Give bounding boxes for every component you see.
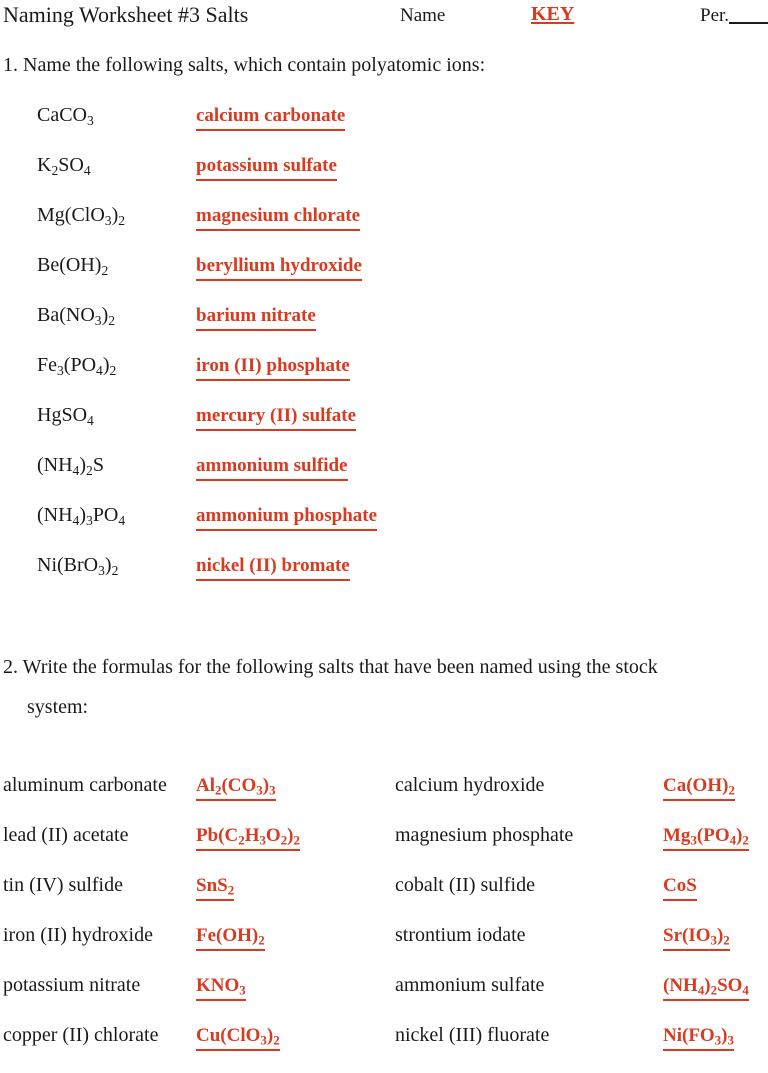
chemical-formula: CaCO3 [37, 104, 94, 128]
chemical-formula: Fe3(PO4)2 [37, 354, 117, 378]
question-2-list: aluminum carbonate Al2(CO3)3 calcium hyd… [0, 773, 768, 1073]
answer-formula-left: Al2(CO3)3 [196, 773, 276, 801]
compound-name-left: tin (IV) sulfide [3, 874, 123, 896]
worksheet-header: Naming Worksheet #3 Salts Name KEY Per. [0, 2, 768, 32]
table-row: lead (II) acetate Pb(C2H3O2)2 magnesium … [0, 823, 768, 873]
period-field: Per. [700, 4, 768, 28]
answer-formula-right: (NH4)2SO4 [663, 973, 749, 1001]
list-item: Mg(ClO3)2 magnesium chlorate [0, 203, 768, 253]
page-title: Naming Worksheet #3 Salts [3, 2, 249, 27]
answer-formula-left: Fe(OH)2 [196, 923, 265, 951]
question-1-prompt: 1. Name the following salts, which conta… [3, 54, 486, 76]
list-item: (NH4)2S ammonium sulfide [0, 453, 768, 503]
question-1-list: CaCO3 calcium carbonate K2SO4 potassium … [0, 103, 768, 603]
question-2-prompt: 2. Write the formulas for the following … [3, 655, 763, 719]
compound-name-left: aluminum carbonate [3, 774, 167, 796]
answer-formula-left: Pb(C2H3O2)2 [196, 823, 300, 851]
compound-name-left: lead (II) acetate [3, 824, 129, 846]
compound-name-right: magnesium phosphate [395, 824, 574, 846]
table-row: aluminum carbonate Al2(CO3)3 calcium hyd… [0, 773, 768, 823]
list-item: CaCO3 calcium carbonate [0, 103, 768, 153]
answer-text: mercury (II) sulfate [196, 403, 357, 431]
question-2-prompt-line-2: system: [27, 696, 89, 718]
list-item: Fe3(PO4)2 iron (II) phosphate [0, 353, 768, 403]
question-2-prompt-line-1: 2. Write the formulas for the following … [3, 656, 658, 678]
list-item: Ni(BrO3)2 nickel (II) bromate [0, 553, 768, 603]
compound-name-left: iron (II) hydroxide [3, 924, 153, 946]
answer-formula-left: SnS2 [196, 873, 235, 901]
answer-text: potassium sulfate [196, 153, 337, 181]
list-item: HgSO4 mercury (II) sulfate [0, 403, 768, 453]
answer-text: iron (II) phosphate [196, 353, 350, 381]
list-item: K2SO4 potassium sulfate [0, 153, 768, 203]
compound-name-right: ammonium sulfate [395, 974, 545, 996]
compound-name-left: potassium nitrate [3, 974, 141, 996]
compound-name-left: copper (II) chlorate [3, 1024, 159, 1046]
answer-formula-right: Ni(FO3)3 [663, 1023, 734, 1051]
compound-name-right: calcium hydroxide [395, 774, 545, 796]
key-answer-marker: KEY [531, 3, 575, 25]
chemical-formula: K2SO4 [37, 154, 91, 178]
table-row: tin (IV) sulfide SnS2 cobalt (II) sulfid… [0, 873, 768, 923]
answer-text: beryllium hydroxide [196, 253, 362, 281]
table-row: iron (II) hydroxide Fe(OH)2 strontium io… [0, 923, 768, 973]
worksheet-page: Naming Worksheet #3 Salts Name KEY Per. … [0, 0, 768, 1053]
answer-text: calcium carbonate [196, 103, 346, 131]
list-item: (NH4)3PO4 ammonium phosphate [0, 503, 768, 553]
answer-text: ammonium phosphate [196, 503, 378, 531]
table-row: potassium nitrate KNO3 ammonium sulfate … [0, 973, 768, 1023]
answer-text: nickel (II) bromate [196, 553, 350, 581]
period-label: Per. [700, 5, 730, 26]
answer-formula-right: CoS [663, 873, 697, 901]
chemical-formula: (NH4)2S [37, 454, 104, 478]
chemical-formula: Ni(BrO3)2 [37, 554, 119, 578]
answer-formula-right: Ca(OH)2 [663, 773, 735, 801]
answer-formula-left: KNO3 [196, 973, 246, 1001]
chemical-formula: HgSO4 [37, 404, 94, 428]
table-row: copper (II) chlorate Cu(ClO3)2 nickel (I… [0, 1023, 768, 1073]
list-item: Be(OH)2 beryllium hydroxide [0, 253, 768, 303]
chemical-formula: (NH4)3PO4 [37, 504, 126, 528]
compound-name-right: strontium iodate [395, 924, 526, 946]
answer-formula-right: Mg3(PO4)2 [663, 823, 749, 851]
answer-text: magnesium chlorate [196, 203, 361, 231]
period-blank[interactable] [729, 22, 768, 24]
answer-text: ammonium sulfide [196, 453, 348, 481]
compound-name-right: nickel (III) fluorate [395, 1024, 550, 1046]
chemical-formula: Be(OH)2 [37, 254, 109, 278]
chemical-formula: Mg(ClO3)2 [37, 204, 126, 228]
chemical-formula: Ba(NO3)2 [37, 304, 116, 328]
name-label: Name [400, 5, 446, 26]
answer-formula-right: Sr(IO3)2 [663, 923, 730, 951]
list-item: Ba(NO3)2 barium nitrate [0, 303, 768, 353]
answer-formula-left: Cu(ClO3)2 [196, 1023, 280, 1051]
answer-text: barium nitrate [196, 303, 316, 331]
compound-name-right: cobalt (II) sulfide [395, 874, 535, 896]
